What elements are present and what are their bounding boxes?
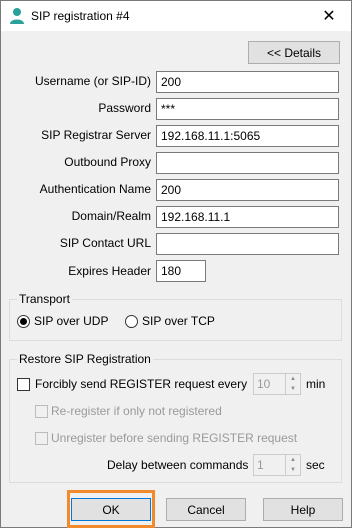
force-register-label[interactable]: Forcibly send REGISTER request every xyxy=(35,377,247,391)
proxy-field[interactable] xyxy=(156,152,339,174)
details-button[interactable]: << Details xyxy=(248,41,340,64)
username-label: Username (or SIP-ID) xyxy=(34,74,151,88)
chevron-down-icon[interactable]: ▼ xyxy=(286,465,300,475)
contact-url-label: SIP Contact URL xyxy=(59,236,151,250)
chevron-up-icon[interactable]: ▲ xyxy=(286,374,300,384)
tcp-label[interactable]: SIP over TCP xyxy=(142,314,215,328)
force-register-checkbox[interactable] xyxy=(17,378,30,391)
unregister-checkbox[interactable] xyxy=(35,432,48,445)
user-icon xyxy=(9,7,25,25)
force-interval-value: 10 xyxy=(257,377,271,391)
password-field[interactable]: *** xyxy=(156,98,339,120)
registrar-field[interactable]: 192.168.11.1:5065 xyxy=(156,125,339,147)
stepper-arrows[interactable]: ▲ ▼ xyxy=(285,374,300,394)
expires-label: Expires Header xyxy=(68,264,151,278)
udp-label[interactable]: SIP over UDP xyxy=(34,314,108,328)
cancel-button[interactable]: Cancel xyxy=(166,498,246,521)
chevron-up-icon[interactable]: ▲ xyxy=(286,455,300,465)
chevron-down-icon[interactable]: ▼ xyxy=(286,384,300,394)
stepper-arrows[interactable]: ▲ ▼ xyxy=(285,455,300,475)
contact-url-field[interactable] xyxy=(156,233,339,255)
delay-value: 1 xyxy=(257,458,264,472)
domain-label: Domain/Realm xyxy=(71,209,151,223)
transport-title: Transport xyxy=(17,292,72,306)
force-interval-stepper[interactable]: 10 ▲ ▼ xyxy=(253,373,301,395)
delay-label: Delay between commands xyxy=(107,458,249,472)
close-icon: ✕ xyxy=(322,8,336,25)
ok-button[interactable]: OK xyxy=(71,498,151,521)
delay-unit: sec xyxy=(306,458,325,472)
close-button[interactable]: ✕ xyxy=(307,1,351,31)
force-interval-unit: min xyxy=(306,377,326,391)
reregister-checkbox[interactable] xyxy=(35,405,48,418)
registrar-label: SIP Registrar Server xyxy=(41,128,151,142)
help-button[interactable]: Help xyxy=(263,498,343,521)
delay-stepper[interactable]: 1 ▲ ▼ xyxy=(253,454,301,476)
tcp-radio[interactable] xyxy=(125,315,138,328)
auth-name-field[interactable]: 200 xyxy=(156,179,339,201)
restore-title: Restore SIP Registration xyxy=(17,352,153,366)
proxy-label: Outbound Proxy xyxy=(64,155,151,169)
password-label: Password xyxy=(98,101,151,115)
unregister-label[interactable]: Unregister before sending REGISTER reque… xyxy=(51,431,297,445)
reregister-label[interactable]: Re-register if only not registered xyxy=(51,404,222,418)
title-bar: SIP registration #4 ✕ xyxy=(1,1,351,31)
domain-field[interactable]: 192.168.11.1 xyxy=(156,206,339,228)
username-field[interactable]: 200 xyxy=(156,71,339,93)
auth-name-label: Authentication Name xyxy=(39,182,151,196)
sip-registration-dialog: SIP registration #4 ✕ << Details Usernam… xyxy=(0,0,352,528)
window-title: SIP registration #4 xyxy=(31,9,130,23)
expires-field[interactable]: 180 xyxy=(156,260,206,282)
udp-radio[interactable] xyxy=(17,315,30,328)
